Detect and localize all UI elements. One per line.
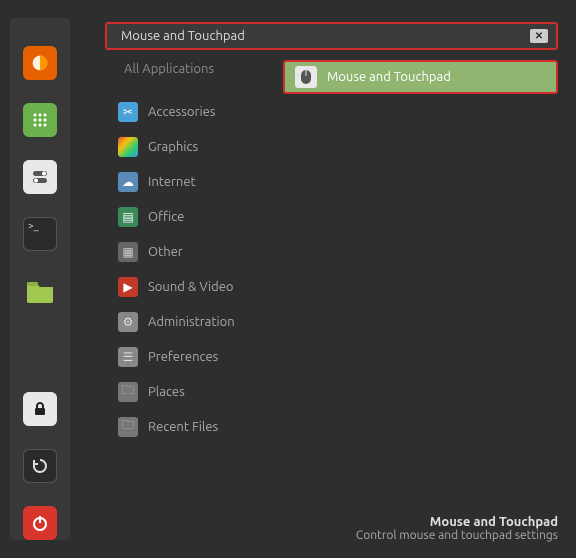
file-manager-icon[interactable]: [23, 274, 57, 308]
search-input[interactable]: Mouse and Touchpad ✕: [105, 22, 558, 50]
result-mouse-touchpad[interactable]: Mouse and Touchpad: [283, 60, 558, 94]
category-label: Administration: [148, 315, 235, 329]
category-internet[interactable]: ☁ Internet: [118, 164, 288, 199]
clear-search-icon[interactable]: ✕: [530, 29, 548, 43]
scissors-icon: ✂: [118, 102, 138, 122]
sliders-icon: ☰: [118, 347, 138, 367]
gear-icon: ⚙: [118, 312, 138, 332]
category-office[interactable]: ▤ Office: [118, 199, 288, 234]
menu-panel: Mouse and Touchpad ✕ All Applications ✂ …: [88, 0, 576, 558]
terminal-icon[interactable]: >_: [23, 217, 57, 251]
palette-icon: [118, 137, 138, 157]
category-other[interactable]: ▦ Other: [118, 234, 288, 269]
category-accessories[interactable]: ✂ Accessories: [118, 94, 288, 129]
mouse-icon: [295, 66, 317, 88]
apps-grid-icon[interactable]: [23, 103, 57, 137]
category-sound-video[interactable]: ▶ Sound & Video: [118, 269, 288, 304]
tooltip-title: Mouse and Touchpad: [356, 515, 558, 529]
category-label: Graphics: [148, 140, 198, 154]
tooltip-description: Control mouse and touchpad settings: [356, 529, 558, 542]
document-icon: ▤: [118, 207, 138, 227]
search-text: Mouse and Touchpad: [121, 29, 530, 43]
tooltip: Mouse and Touchpad Control mouse and tou…: [356, 515, 558, 542]
category-label: Accessories: [148, 105, 215, 119]
category-label: Places: [148, 385, 185, 399]
category-label: Recent Files: [148, 420, 218, 434]
category-preferences[interactable]: ☰ Preferences: [118, 339, 288, 374]
launcher-sidebar: >_: [10, 18, 70, 540]
category-graphics[interactable]: Graphics: [118, 129, 288, 164]
category-list: All Applications ✂ Accessories Graphics …: [118, 62, 288, 444]
category-places[interactable]: 🗀 Places: [118, 374, 288, 409]
category-label: Other: [148, 245, 183, 259]
grid-icon: ▦: [118, 242, 138, 262]
lock-icon[interactable]: [23, 392, 57, 426]
folder-icon: 🗀: [118, 382, 138, 402]
category-administration[interactable]: ⚙ Administration: [118, 304, 288, 339]
category-label: Sound & Video: [148, 280, 234, 294]
category-label: Internet: [148, 175, 196, 189]
settings-switches-icon[interactable]: [23, 160, 57, 194]
power-icon[interactable]: [23, 506, 57, 540]
result-label: Mouse and Touchpad: [327, 70, 451, 84]
category-label: Preferences: [148, 350, 218, 364]
category-label: Office: [148, 210, 184, 224]
category-all-applications[interactable]: All Applications: [118, 62, 288, 76]
category-recent-files[interactable]: 🗀 Recent Files: [118, 409, 288, 444]
search-results: Mouse and Touchpad: [283, 60, 558, 94]
cloud-icon: ☁: [118, 172, 138, 192]
folder-recent-icon: 🗀: [118, 417, 138, 437]
restart-icon[interactable]: [23, 449, 57, 483]
firefox-icon[interactable]: [23, 46, 57, 80]
play-icon: ▶: [118, 277, 138, 297]
